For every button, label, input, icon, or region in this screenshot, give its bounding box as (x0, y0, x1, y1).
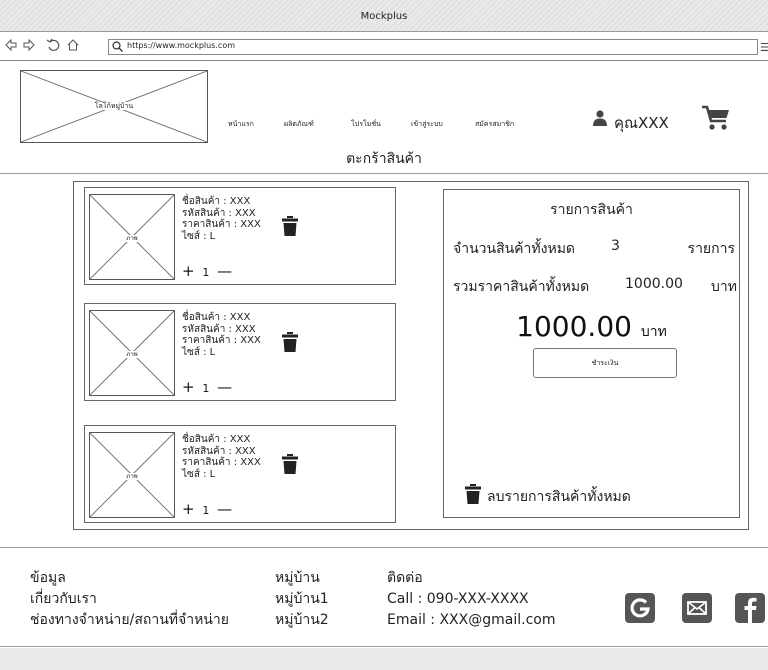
cart-item: ภาพ ชื่อสินค้า : XXX รหัสสินค้า : XXX รา… (84, 425, 396, 523)
user-name[interactable]: คุณXXX (614, 111, 669, 135)
refresh-icon[interactable] (46, 38, 60, 52)
site-header: โลโก้หมู่บ้าน หน้าแรก ผลิตภัณฑ์ โปรโมชั่… (0, 62, 768, 174)
browser-navbar: https://www.mockplus.com ☰ (0, 32, 768, 61)
footer-heading-village: หมู่บ้าน (275, 570, 320, 586)
product-price: ราคาสินค้า : XXX (182, 219, 261, 230)
product-size: ไซส์ : L (182, 346, 216, 358)
quantity-stepper[interactable]: + 1 — (182, 262, 232, 280)
shopping-cart-icon[interactable] (701, 105, 731, 131)
order-summary-panel: รายการสินค้า จำนวนสินค้าทั้งหมด 3 รายการ… (443, 189, 740, 518)
site-footer: ข้อมูล เกี่ยวกับเรา ช่องทางจำหน่าย/สถานท… (0, 547, 768, 647)
logo-placeholder[interactable]: โลโก้หมู่บ้าน (20, 70, 208, 143)
grand-total-unit: บาท (640, 324, 667, 340)
checkout-button[interactable]: ชำระเงิน (533, 348, 677, 378)
decrease-button[interactable]: — (217, 262, 232, 280)
logo-label: โลโก้หมู่บ้าน (92, 102, 136, 110)
nav-login[interactable]: เข้าสู่ระบบ (411, 119, 443, 130)
url-text: https://www.mockplus.com (127, 41, 235, 50)
image-label: ภาพ (124, 235, 140, 242)
nav-promotions[interactable]: โปรโมชั่น (351, 119, 381, 130)
trash-icon[interactable] (282, 332, 298, 352)
product-size: ไซส์ : L (182, 468, 216, 480)
item-count-unit: รายการ (687, 241, 735, 257)
summary-title: รายการสินค้า (550, 202, 633, 218)
search-icon (112, 41, 123, 52)
quantity-stepper[interactable]: + 1 — (182, 378, 232, 396)
google-icon[interactable] (625, 593, 655, 623)
product-info: ชื่อสินค้า : XXX รหัสสินค้า : XXX ราคาสิ… (182, 434, 261, 480)
product-size: ไซส์ : L (182, 230, 216, 242)
product-image-placeholder: ภาพ (89, 194, 175, 280)
footer-info-column: ข้อมูล เกี่ยวกับเรา ช่องทางจำหน่าย/สถานท… (30, 568, 229, 631)
window-bottom-strip (0, 648, 768, 670)
product-info: ชื่อสินค้า : XXX รหัสสินค้า : XXX ราคาสิ… (182, 312, 261, 358)
decrease-button[interactable]: — (217, 378, 232, 396)
product-code: รหัสสินค้า : XXX (182, 445, 256, 457)
product-image-placeholder: ภาพ (89, 432, 175, 518)
forward-icon[interactable] (22, 38, 36, 52)
item-count-row: จำนวนสินค้าทั้งหมด 3 รายการ (453, 238, 735, 260)
increase-button[interactable]: + (182, 378, 195, 396)
quantity-value: 1 (202, 266, 210, 279)
footer-heading-info: ข้อมูล (30, 570, 66, 586)
footer-link-stores[interactable]: ช่องทางจำหน่าย/สถานที่จำหน่าย (30, 610, 229, 631)
total-price-row: รวมราคาสินค้าทั้งหมด 1000.00 บาท (453, 276, 737, 298)
footer-email[interactable]: Email : XXX@gmail.com (387, 610, 555, 631)
address-bar[interactable]: https://www.mockplus.com (108, 39, 758, 55)
clear-all-label: ลบรายการสินค้าทั้งหมด (487, 489, 631, 505)
product-info: ชื่อสินค้า : XXX รหัสสินค้า : XXX ราคาสิ… (182, 196, 261, 242)
footer-phone: Call : 090-XXX-XXXX (387, 591, 529, 607)
product-name: ชื่อสินค้า : XXX (182, 196, 251, 207)
quantity-value: 1 (202, 382, 210, 395)
cart-item: ภาพ ชื่อสินค้า : XXX รหัสสินค้า : XXX รา… (84, 303, 396, 401)
home-icon[interactable] (66, 38, 80, 52)
footer-heading-contact: ติดต่อ (387, 570, 423, 586)
trash-icon[interactable] (282, 216, 298, 236)
mail-icon[interactable] (682, 593, 712, 623)
nav-home[interactable]: หน้าแรก (228, 119, 254, 130)
clear-all-button[interactable]: ลบรายการสินค้าทั้งหมด (465, 484, 631, 508)
total-price-unit: บาท (711, 279, 737, 295)
browser-menu-icon[interactable]: ☰ (760, 41, 768, 54)
grand-total-value: 1000.00 (516, 310, 632, 343)
increase-button[interactable]: + (182, 262, 195, 280)
page-title: ตะกร้าสินค้า (346, 151, 422, 167)
product-code: รหัสสินค้า : XXX (182, 323, 256, 335)
product-price: ราคาสินค้า : XXX (182, 335, 261, 346)
nav-register[interactable]: สมัครสมาชิก (475, 119, 514, 130)
product-code: รหัสสินค้า : XXX (182, 207, 256, 219)
footer-village-column: หมู่บ้าน หมู่บ้าน1 หมู่บ้าน2 (275, 568, 329, 631)
increase-button[interactable]: + (182, 500, 195, 518)
cart-item: ภาพ ชื่อสินค้า : XXX รหัสสินค้า : XXX รา… (84, 187, 396, 285)
product-price: ราคาสินค้า : XXX (182, 457, 261, 468)
footer-contact-column: ติดต่อ Call : 090-XXX-XXXX Email : XXX@g… (387, 568, 555, 631)
back-icon[interactable] (4, 38, 18, 52)
grand-total: 1000.00 บาท (444, 310, 739, 343)
trash-icon[interactable] (282, 454, 298, 474)
total-price-label: รวมราคาสินค้าทั้งหมด (453, 279, 590, 295)
footer-link-about[interactable]: เกี่ยวกับเรา (30, 589, 229, 610)
footer-link-village-2[interactable]: หมู่บ้าน2 (275, 610, 329, 631)
window-title: Mockplus (360, 11, 408, 22)
product-name: ชื่อสินค้า : XXX (182, 434, 251, 445)
item-count-value: 3 (611, 238, 620, 254)
quantity-value: 1 (202, 504, 210, 517)
user-icon[interactable] (593, 110, 607, 126)
decrease-button[interactable]: — (217, 500, 232, 518)
item-count-label: จำนวนสินค้าทั้งหมด (453, 241, 576, 257)
window-titlebar: Mockplus (0, 0, 768, 32)
total-price-value: 1000.00 (625, 276, 683, 292)
product-name: ชื่อสินค้า : XXX (182, 312, 251, 323)
image-label: ภาพ (124, 351, 140, 358)
nav-products[interactable]: ผลิตภัณฑ์ (284, 119, 314, 130)
product-image-placeholder: ภาพ (89, 310, 175, 396)
footer-link-village-1[interactable]: หมู่บ้าน1 (275, 589, 329, 610)
facebook-icon[interactable] (735, 593, 765, 623)
image-label: ภาพ (124, 473, 140, 480)
cart-content: ภาพ ชื่อสินค้า : XXX รหัสสินค้า : XXX รา… (73, 181, 749, 530)
quantity-stepper[interactable]: + 1 — (182, 500, 232, 518)
trash-icon (465, 484, 481, 504)
